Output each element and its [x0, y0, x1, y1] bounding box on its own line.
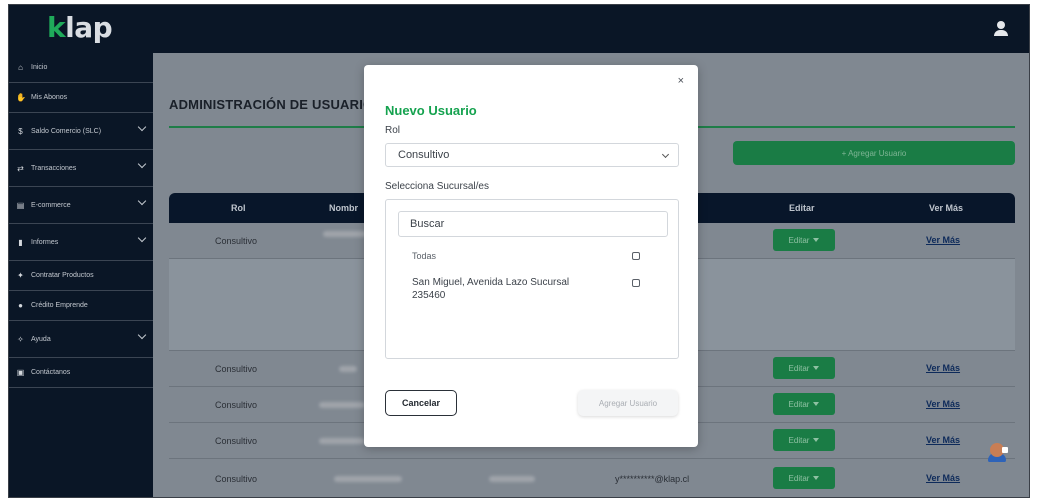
ver-mas-link[interactable]: Ver Más — [926, 435, 960, 445]
cancel-button[interactable]: Cancelar — [385, 390, 457, 416]
modal-title: Nuevo Usuario — [385, 103, 477, 118]
sidebar-item-saldo-comercio-slc[interactable]: $ Saldo Comercio (SLC) — [9, 113, 153, 150]
chevron-down-icon — [137, 159, 147, 169]
sidebar-item-label: Crédito Emprende — [31, 302, 88, 309]
sidebar-item-mis-abonos[interactable]: ✋ Mis Abonos — [9, 83, 153, 113]
sidebar-item-contratar-productos[interactable]: ✦ Contratar Productos — [9, 261, 153, 291]
new-user-modal: × Nuevo Usuario Rol Consultivo Seleccion… — [364, 65, 698, 447]
sidebar-item-ayuda[interactable]: ✧ Ayuda — [9, 321, 153, 358]
blurred-rut — [489, 476, 535, 482]
row-rol: Consultivo — [215, 436, 258, 446]
logo-k: k — [47, 11, 66, 44]
sidebar-item-label: Ayuda — [31, 335, 51, 343]
add-user-button[interactable]: + Agregar Usuario — [733, 141, 1015, 165]
ver-mas-link[interactable]: Ver Más — [926, 235, 960, 245]
store-icon: ▤ — [16, 200, 25, 210]
ver-mas-link[interactable]: Ver Más — [926, 363, 960, 373]
edit-label: Editar — [788, 235, 810, 245]
sucursal-label: Selecciona Sucursal/es — [385, 181, 489, 192]
caret-down-icon — [813, 438, 820, 442]
file-icon: ▮ — [18, 237, 23, 247]
caret-down-icon — [813, 366, 820, 370]
rol-select[interactable]: Consultivo — [385, 143, 679, 167]
chevron-down-icon — [137, 196, 147, 206]
sidebar-item-label: Informes — [31, 238, 59, 246]
row-rol: Consultivo — [215, 364, 258, 374]
sidebar: ⌂ Inicio ✋ Mis Abonos $ Saldo Comercio (SLC) ⇄… — [9, 53, 153, 497]
edit-label: Editar — [788, 435, 810, 445]
top-bar: klap — [9, 5, 1029, 53]
option-sucursal-checkbox[interactable] — [632, 279, 640, 287]
caret-down-icon — [813, 402, 820, 406]
edit-label: Editar — [788, 399, 810, 409]
edit-label: Editar — [788, 473, 810, 483]
dollar-icon: $ — [18, 126, 23, 136]
edit-button[interactable]: Editar — [773, 393, 835, 415]
blurred-name — [319, 402, 365, 408]
home-icon: ⌂ — [18, 63, 23, 72]
option-todas-checkbox[interactable] — [632, 252, 640, 260]
chevron-down-icon — [137, 330, 147, 340]
sidebar-item-label: Saldo Comercio (SLC) — [31, 127, 102, 135]
klap-logo[interactable]: klap — [47, 11, 113, 44]
rol-label: Rol — [385, 125, 401, 136]
sidebar-item-label: Mis Abonos — [31, 94, 68, 101]
sidebar-item-label: E-commerce — [31, 201, 71, 209]
chevron-down-icon — [661, 150, 670, 159]
ver-mas-link[interactable]: Ver Más — [926, 473, 960, 483]
row-rol: Consultivo — [215, 236, 258, 246]
option-sucursal-label: San Miguel, Avenida Lazo Sucursal 235460 — [412, 277, 570, 301]
sidebar-item-label: Inicio — [31, 64, 48, 71]
blurred-name — [339, 366, 357, 372]
sidebar-item-informes[interactable]: ▮ Informes — [9, 224, 153, 261]
blurred-name — [319, 438, 365, 444]
sidebar-item-inicio[interactable]: ⌂ Inicio — [9, 53, 153, 83]
app-window: klap ⌂ Inicio ✋ Mis Abonos $ Saldo Comercio (… — [8, 4, 1030, 498]
row-rol: Consultivo — [215, 474, 258, 484]
logo-text: lap — [65, 11, 113, 44]
edit-button[interactable]: Editar — [773, 229, 835, 251]
table-row: Consultivo y**********@klap.cl Editar Ve… — [169, 461, 1015, 497]
contact-icon: ▣ — [16, 368, 25, 377]
edit-label: Editar — [788, 363, 810, 373]
exchange-icon: ⇄ — [17, 163, 24, 173]
sidebar-item-label: Contáctanos — [31, 369, 71, 376]
sucursal-search-input[interactable]: Buscar — [398, 211, 668, 237]
sucursal-list: Buscar Todas San Miguel, Avenida Lazo Su… — [385, 199, 679, 359]
sidebar-item-cont-ctanos[interactable]: ▣ Contáctanos — [9, 358, 153, 388]
header-ver-mas: Ver Más — [929, 203, 964, 213]
sidebar-item-label: Contratar Productos — [31, 272, 94, 279]
option-todas-label: Todas — [412, 251, 437, 261]
gift-icon: ✦ — [17, 271, 24, 280]
caret-down-icon — [813, 238, 820, 242]
sidebar-item-cr-dito-emprende[interactable]: ● Crédito Emprende — [9, 291, 153, 321]
help-icon: ✧ — [17, 334, 24, 344]
circle-info-icon: ● — [18, 301, 23, 310]
header-nombre: Nombr — [329, 203, 358, 213]
header-editar: Editar — [789, 203, 815, 213]
caret-down-icon — [813, 476, 820, 480]
user-icon[interactable] — [993, 21, 1009, 39]
ver-mas-link[interactable]: Ver Más — [926, 399, 960, 409]
blurred-name — [334, 476, 402, 482]
header-rol: Rol — [231, 203, 246, 213]
edit-button[interactable]: Editar — [773, 357, 835, 379]
sidebar-item-transacciones[interactable]: ⇄ Transacciones — [9, 150, 153, 187]
page-title: ADMINISTRACIÓN DE USUARIO — [169, 97, 374, 112]
sidebar-item-e-commerce[interactable]: ▤ E-commerce — [9, 187, 153, 224]
chat-assistant-icon[interactable] — [987, 441, 1009, 463]
hand-icon: ✋ — [16, 93, 26, 102]
sidebar-item-label: Transacciones — [31, 164, 77, 172]
chevron-down-icon — [137, 233, 147, 243]
close-icon[interactable]: × — [678, 75, 684, 87]
blurred-name — [323, 231, 367, 237]
chevron-down-icon — [137, 122, 147, 132]
submit-add-user-button[interactable]: Agregar Usuario — [578, 390, 678, 416]
row-email: y**********@klap.cl — [615, 474, 690, 484]
rol-select-value: Consultivo — [398, 149, 450, 161]
row-rol: Consultivo — [215, 400, 258, 410]
edit-button[interactable]: Editar — [773, 429, 835, 451]
edit-button[interactable]: Editar — [773, 467, 835, 489]
